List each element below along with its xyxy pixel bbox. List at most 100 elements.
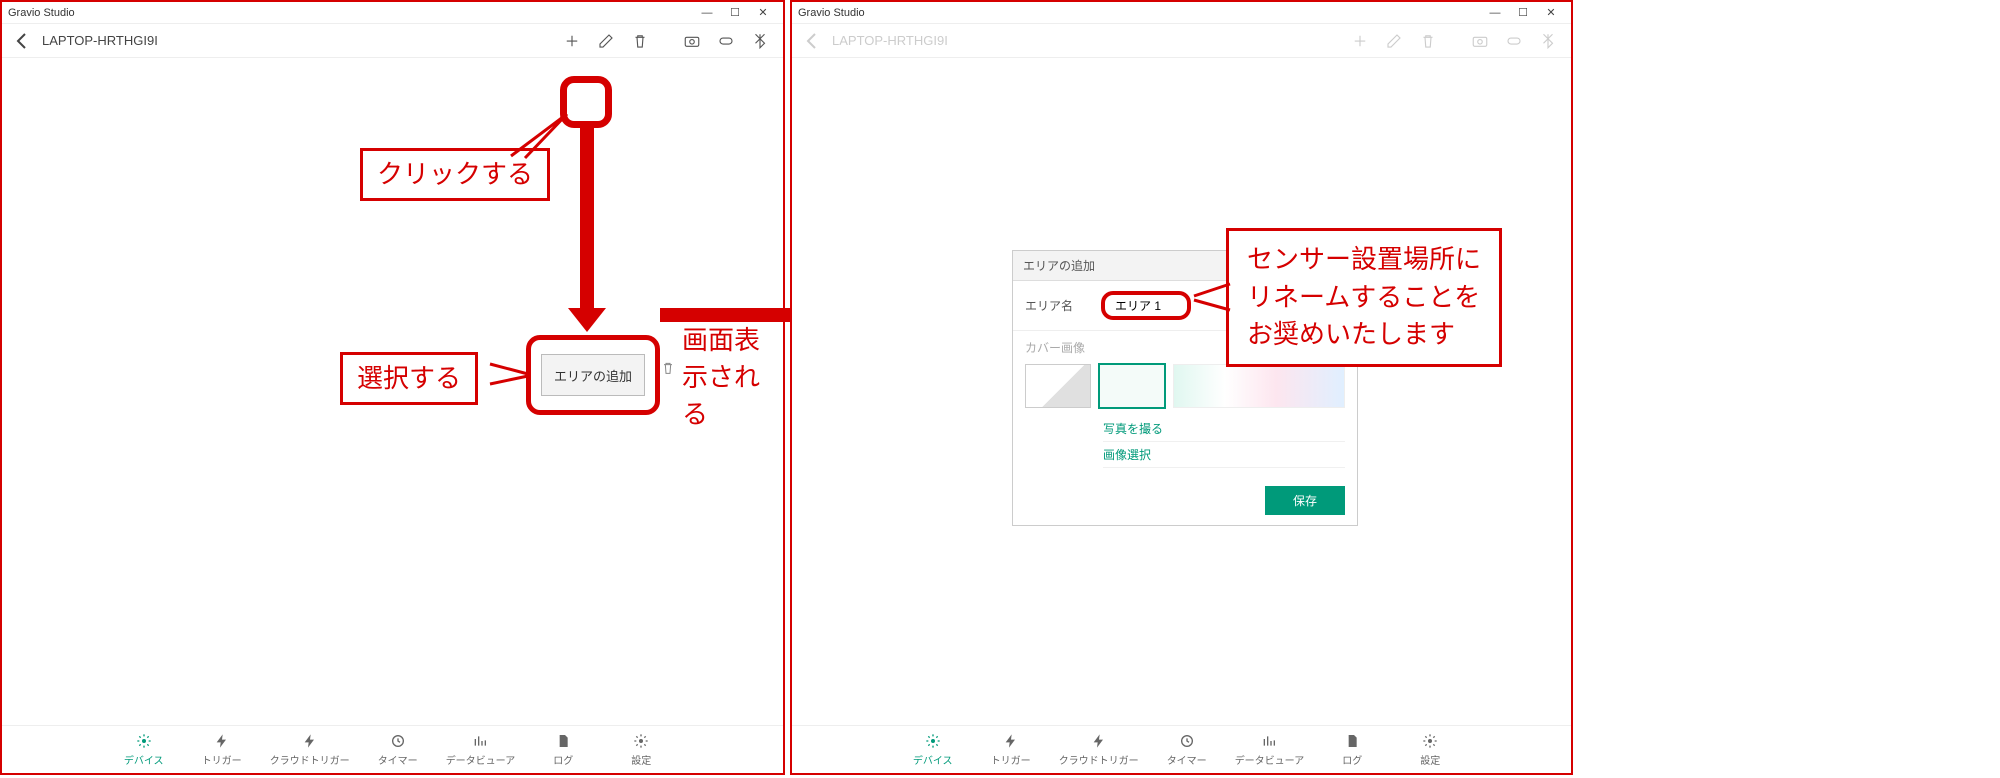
- nav-cloud-trigger[interactable]: クラウドトリガー: [1059, 732, 1139, 767]
- nav-devices[interactable]: デバイス: [903, 732, 963, 767]
- nav-settings[interactable]: 設定: [611, 732, 671, 767]
- app-title: Gravio Studio: [798, 7, 865, 19]
- hostname-label: LAPTOP-HRTHGI9I: [832, 33, 948, 48]
- gear-icon: [924, 732, 942, 750]
- plus-icon: [1351, 32, 1369, 50]
- add-area-button-label: エリアの追加: [554, 366, 632, 385]
- cover-thumb-selected[interactable]: [1099, 364, 1165, 408]
- device-icon: [717, 32, 735, 50]
- titlebar: Gravio Studio — ☐ ✕: [2, 2, 783, 24]
- camera-icon: [683, 32, 701, 50]
- bluetooth-icon: [751, 32, 769, 50]
- bottom-nav-left: デバイス トリガー クラウドトリガー タイマー データビューア ログ 設定: [2, 725, 783, 773]
- window-minimize-button[interactable]: —: [1481, 3, 1509, 23]
- clock-icon: [1178, 732, 1196, 750]
- edit-button[interactable]: [1379, 27, 1409, 55]
- add-area-card: エリアの追加: [526, 335, 660, 415]
- trash-icon: [631, 32, 649, 50]
- nav-trigger[interactable]: トリガー: [981, 732, 1041, 767]
- gear-icon: [1421, 732, 1439, 750]
- chart-icon: [471, 732, 489, 750]
- cover-thumbs-row: [1013, 360, 1357, 416]
- area-name-input[interactable]: エリア 1: [1101, 291, 1191, 320]
- nav-data-viewer[interactable]: データビューア: [446, 732, 516, 767]
- cover-thumb-blank[interactable]: [1025, 364, 1091, 408]
- nav-log[interactable]: ログ: [1322, 732, 1382, 767]
- nav-data-viewer[interactable]: データビューア: [1235, 732, 1305, 767]
- nav-devices[interactable]: デバイス: [114, 732, 174, 767]
- window-minimize-button[interactable]: —: [693, 3, 721, 23]
- window-maximize-button[interactable]: ☐: [1509, 3, 1537, 23]
- nav-trigger[interactable]: トリガー: [192, 732, 252, 767]
- file-icon: [554, 732, 572, 750]
- camera-button[interactable]: [677, 27, 707, 55]
- content-area-right: エリアの追加 エリア名 エリア 1 カバー画像 写真を撮る 画像選択 保存: [792, 58, 1571, 725]
- bluetooth-button[interactable]: [1533, 27, 1563, 55]
- nav-cloud-trigger[interactable]: クラウドトリガー: [270, 732, 350, 767]
- callout-rename-tail: [1190, 280, 1234, 320]
- titlebar: Gravio Studio — ☐ ✕: [792, 2, 1571, 24]
- cloud-bolt-icon: [301, 732, 319, 750]
- app-title: Gravio Studio: [8, 7, 75, 19]
- choose-image-link[interactable]: 画像選択: [1103, 442, 1345, 468]
- area-name-value: エリア 1: [1115, 299, 1161, 313]
- device-button[interactable]: [1499, 27, 1529, 55]
- chevron-left-icon: [800, 29, 824, 53]
- nav-settings[interactable]: 設定: [1400, 732, 1460, 767]
- callout-rename-l3: お奨めいたします: [1247, 316, 1481, 354]
- gear-icon: [135, 732, 153, 750]
- back-button[interactable]: [10, 29, 34, 53]
- save-button[interactable]: 保存: [1265, 486, 1345, 515]
- nav-log[interactable]: ログ: [533, 732, 593, 767]
- callout-rename-l1: センサー設置場所に: [1247, 241, 1481, 279]
- nav-timer[interactable]: タイマー: [368, 732, 428, 767]
- window-close-button[interactable]: ✕: [749, 3, 777, 23]
- device-button[interactable]: [711, 27, 741, 55]
- window-maximize-button[interactable]: ☐: [721, 3, 749, 23]
- add-area-button[interactable]: エリアの追加: [541, 354, 645, 396]
- bolt-icon: [1002, 732, 1020, 750]
- hostname-label: LAPTOP-HRTHGI9I: [42, 33, 158, 48]
- trash-icon: [1419, 32, 1437, 50]
- chevron-left-icon: [10, 29, 34, 53]
- callout-click-text: クリックする: [377, 159, 533, 189]
- bottom-nav-right: デバイス トリガー クラウドトリガー タイマー データビューア ログ 設定: [792, 725, 1571, 773]
- callout-select-tail: [488, 358, 532, 392]
- camera-button[interactable]: [1465, 27, 1495, 55]
- dialog-links: 写真を撮る 画像選択: [1013, 416, 1357, 476]
- window-close-button[interactable]: ✕: [1537, 3, 1565, 23]
- callout-rename-l2: リネームすることを: [1247, 279, 1481, 317]
- content-area-left: クリックする エリアの追加 選択する 画面表示される: [2, 58, 783, 725]
- trash-ghost-icon: [660, 360, 676, 379]
- callout-rename: センサー設置場所に リネームすることを お奨めいたします: [1226, 228, 1502, 367]
- arrow-down: [580, 128, 594, 310]
- bluetooth-button[interactable]: [745, 27, 775, 55]
- add-button[interactable]: [1345, 27, 1375, 55]
- window-right: Gravio Studio — ☐ ✕ LAPTOP-HRTHGI9I エリアの…: [790, 0, 1573, 775]
- toolbar: LAPTOP-HRTHGI9I: [2, 24, 783, 58]
- edit-button[interactable]: [591, 27, 621, 55]
- window-left: Gravio Studio — ☐ ✕ LAPTOP-HRTHGI9I: [0, 0, 785, 775]
- toolbar: LAPTOP-HRTHGI9I: [792, 24, 1571, 58]
- clock-icon: [389, 732, 407, 750]
- delete-button[interactable]: [625, 27, 655, 55]
- take-photo-link[interactable]: 写真を撮る: [1103, 416, 1345, 442]
- cover-thumb-strip[interactable]: [1173, 364, 1345, 408]
- cloud-bolt-icon: [1090, 732, 1108, 750]
- bluetooth-icon: [1539, 32, 1557, 50]
- delete-button[interactable]: [1413, 27, 1443, 55]
- edit-icon: [597, 32, 615, 50]
- plus-icon: [563, 32, 581, 50]
- add-button[interactable]: [557, 27, 587, 55]
- callout-select: 選択する: [340, 352, 478, 405]
- back-button[interactable]: [800, 29, 824, 53]
- annotation-displayed: 画面表示される: [682, 320, 783, 431]
- trash-icon: [660, 360, 676, 376]
- callout-click-tail: [507, 112, 577, 160]
- nav-timer[interactable]: タイマー: [1157, 732, 1217, 767]
- camera-icon: [1471, 32, 1489, 50]
- bolt-icon: [213, 732, 231, 750]
- save-button-label: 保存: [1293, 494, 1317, 508]
- device-icon: [1505, 32, 1523, 50]
- area-name-label: エリア名: [1025, 297, 1085, 314]
